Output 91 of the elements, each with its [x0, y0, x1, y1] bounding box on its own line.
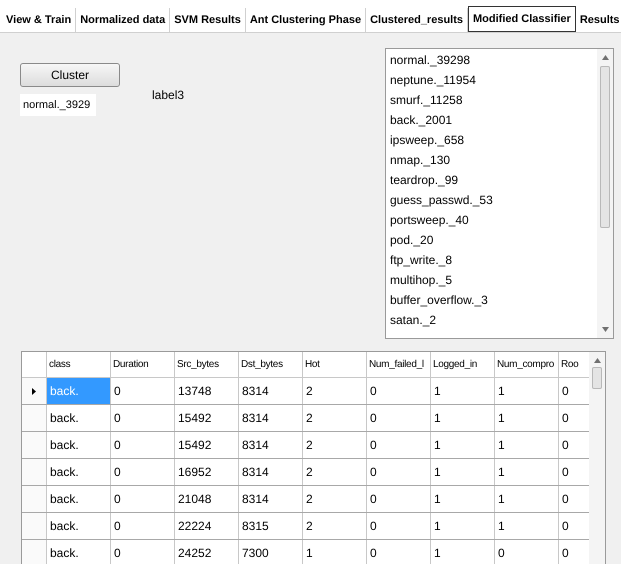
table-cell-text: back.	[49, 410, 79, 427]
table-cell-text: 0	[369, 437, 377, 454]
table-cell-text: 1	[433, 410, 441, 427]
table-cell-text: 24252	[177, 545, 212, 562]
table-cell-text: 1	[497, 491, 505, 508]
table-cell-text: 15492	[177, 437, 212, 454]
table-cell-text: 8314	[241, 437, 269, 454]
table-cell-text: 15492	[177, 410, 212, 427]
table-cell-text: 0	[369, 383, 377, 400]
table-cell-text: back.	[49, 383, 79, 400]
table-cell-text: 21048	[177, 491, 212, 508]
table-cell-text: 0	[113, 491, 121, 508]
table-cell-text: 8315	[241, 518, 269, 535]
table-cell-text: 0	[113, 437, 121, 454]
table-cell-text: 0	[369, 410, 377, 427]
table-cell-text: 1	[433, 464, 441, 481]
table-cell-text: back.	[49, 464, 79, 481]
table-cell-text: 2	[305, 491, 313, 508]
table-cell-text: 1	[497, 410, 505, 427]
table-cell-text: 0	[497, 545, 505, 562]
cluster-list[interactable]: normal._39298 neptune._11954 smurf._11258 back._2001 ipsweep._658 nmap._130 teardrop._99 guess_passwd._53 portsweep._40 pod._20 ftp_write._8 multihop._5 buffer_overflow._3 satan._2	[385, 48, 614, 339]
list-item[interactable]: teardrop._99	[390, 170, 458, 190]
table-cell-text: 1	[433, 491, 441, 508]
label-text: label3	[152, 87, 184, 104]
column-header[interactable]: Num_failed_l	[369, 359, 424, 370]
table-cell-text: 0	[113, 545, 121, 562]
table-cell-text: 22224	[177, 518, 212, 535]
list-item[interactable]: pod._20	[390, 230, 434, 250]
list-item[interactable]: neptune._11954	[390, 70, 476, 90]
table-cell-text: 0	[561, 383, 569, 400]
table-cell-text: back.	[49, 545, 79, 562]
table-cell-text: 1	[433, 437, 441, 454]
table-cell-text: 2	[305, 410, 313, 427]
table-cell-text: 0	[113, 410, 121, 427]
table-cell-text: back.	[49, 437, 79, 454]
list-item[interactable]: ipsweep._658	[390, 130, 464, 150]
list-item[interactable]: portsweep._40	[390, 210, 469, 230]
list-item[interactable]: smurf._11258	[390, 90, 462, 110]
table-cell-text: 2	[305, 464, 313, 481]
table-cell-text: 2	[305, 518, 313, 535]
table-cell-text: 8314	[241, 491, 269, 508]
table-cell-text: 0	[369, 518, 377, 535]
table-cell-text: 0	[561, 545, 569, 562]
table-cell-text: 7300	[241, 545, 269, 562]
table-cell-text: 8314	[241, 410, 269, 427]
table-cell-text: 0	[561, 491, 569, 508]
table-cell-text: back.	[49, 518, 79, 535]
list-item[interactable]: ftp_write._8	[390, 250, 452, 270]
table-cell-text: 16952	[177, 464, 212, 481]
table-cell-text: 8314	[241, 383, 269, 400]
column-header[interactable]: class	[49, 359, 70, 370]
list-item[interactable]: guess_passwd._53	[390, 190, 493, 210]
column-header[interactable]: Logged_in	[433, 359, 478, 370]
table-cell-text: 13748	[177, 383, 212, 400]
table-cell-text: 1	[497, 518, 505, 535]
table-cell-text: 1	[305, 545, 313, 562]
list-item[interactable]: multihop._5	[390, 270, 452, 290]
table-cell-text: 0	[561, 518, 569, 535]
table-cell-text: 1	[433, 383, 441, 400]
column-header[interactable]: Duration	[113, 359, 148, 370]
table-cell-text: 1	[433, 545, 441, 562]
table-cell-text: 0	[369, 545, 377, 562]
table-cell-text: 0	[369, 491, 377, 508]
cluster-button[interactable]: Cluster	[20, 63, 120, 87]
column-header[interactable]: Src_bytes	[177, 359, 219, 370]
column-header[interactable]: Dst_bytes	[241, 359, 283, 370]
table-cell-text: 0	[561, 410, 569, 427]
column-header[interactable]: Num_compro	[497, 359, 554, 370]
table-cell-text: 0	[113, 518, 121, 535]
table-cell-text: 2	[305, 437, 313, 454]
table-cell-text: 2	[305, 383, 313, 400]
table-cell-text: back.	[49, 491, 79, 508]
table-cell-text: 8314	[241, 464, 269, 481]
table-cell-text: 0	[369, 464, 377, 481]
table-cell-text: 1	[497, 383, 505, 400]
list-item[interactable]: normal._39298	[390, 50, 470, 70]
table-cell-text: 1	[433, 518, 441, 535]
table-cell-text: 0	[561, 464, 569, 481]
list-item[interactable]: buffer_overflow._3	[390, 290, 488, 310]
table-cell-text: 1	[497, 464, 505, 481]
table-cell-text: 0	[113, 383, 121, 400]
table-cell-text: 1	[497, 437, 505, 454]
tab[interactable]: Modified Classifier	[468, 6, 576, 32]
list-item[interactable]: satan._2	[390, 310, 436, 330]
list-item[interactable]: back._2001	[390, 110, 452, 130]
column-header[interactable]: Hot	[305, 359, 320, 370]
table-cell-text: 0	[561, 437, 569, 454]
table-cell-text: 0	[113, 464, 121, 481]
column-header[interactable]: Roo	[561, 359, 578, 370]
list-item[interactable]: nmap._130	[390, 150, 450, 170]
result-field[interactable]: normal._3929	[20, 94, 96, 116]
